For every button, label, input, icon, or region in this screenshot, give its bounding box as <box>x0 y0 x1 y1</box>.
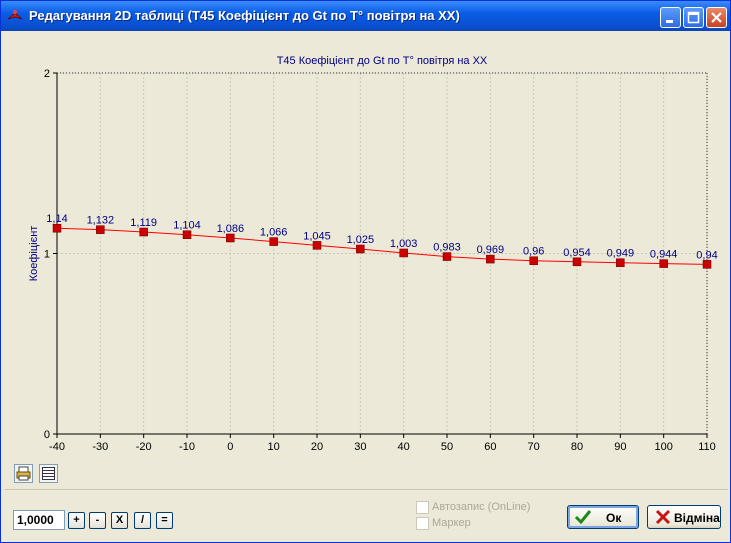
window-title: Редагування 2D таблиці (T45 Коефіцієнт д… <box>29 8 460 23</box>
data-label: 1,104 <box>173 220 201 232</box>
minimize-button[interactable] <box>660 7 681 28</box>
data-point[interactable] <box>702 260 712 269</box>
x-tick-label: -40 <box>49 441 65 453</box>
x-tick-label: 80 <box>571 441 583 453</box>
close-icon <box>711 12 722 23</box>
data-label: 1,066 <box>260 227 288 239</box>
printer-icon <box>16 466 31 481</box>
data-point[interactable] <box>442 252 452 261</box>
multiply-button[interactable]: X <box>111 512 128 529</box>
x-tick-label: 50 <box>441 441 453 453</box>
assign-button[interactable]: = <box>156 512 173 529</box>
data-label: 1,119 <box>130 217 157 229</box>
close-button[interactable] <box>706 7 727 28</box>
data-label: 1,045 <box>303 230 331 242</box>
data-label: 1,132 <box>87 215 115 227</box>
data-label: 1,003 <box>390 238 418 250</box>
x-tick-label: -10 <box>179 441 195 453</box>
x-tick-label: 20 <box>311 441 323 453</box>
chart[interactable]: -40 -30 -20 -10 0 10 20 30 40 50 60 70 80 90 100 110 0 1 2… <box>5 33 728 469</box>
data-point[interactable] <box>399 248 408 258</box>
data-point[interactable] <box>269 237 278 246</box>
x-tick-label: 30 <box>354 441 366 453</box>
bottom-bar: + - X / = Автозапис (OnLine) Маркер Ок В… <box>5 489 728 542</box>
data-label: 0,944 <box>650 249 678 261</box>
data-label: 0,969 <box>477 244 505 256</box>
maximize-button[interactable] <box>683 7 704 28</box>
data-point[interactable] <box>486 254 495 264</box>
x-tick-label: 110 <box>698 441 716 453</box>
cancel-label: Відміна <box>674 511 720 525</box>
app-icon <box>7 10 23 20</box>
y-axis-label: Коефіцієнт <box>28 226 40 282</box>
data-point[interactable] <box>529 256 538 265</box>
data-point[interactable] <box>616 258 625 267</box>
data-point[interactable] <box>52 223 62 233</box>
x-tick-label: -20 <box>136 441 152 453</box>
data-label: 1,025 <box>347 234 375 246</box>
cancel-button[interactable]: Відміна <box>647 505 721 529</box>
data-point[interactable] <box>312 241 322 250</box>
marker-label: Маркер <box>432 517 471 529</box>
x-tick-label: 40 <box>398 441 410 453</box>
x-tick-label: 0 <box>227 441 233 453</box>
x-tick-label: 100 <box>654 441 672 453</box>
data-label: 0,983 <box>433 242 461 254</box>
subtract-button[interactable]: - <box>89 512 106 529</box>
cancel-x-icon <box>655 509 671 525</box>
ok-button[interactable]: Ок <box>567 505 639 529</box>
minimize-icon <box>666 20 673 23</box>
table-icon <box>42 467 55 480</box>
step-value-input[interactable] <box>13 510 65 530</box>
table-view-button[interactable] <box>39 464 58 483</box>
data-label: 0,94 <box>696 249 717 261</box>
y-tick-label: 0 <box>44 429 50 441</box>
add-button[interactable]: + <box>68 512 85 529</box>
data-label: 0,96 <box>523 246 544 258</box>
autosave-label: Автозапис (OnLine) <box>432 501 531 513</box>
x-tick-label: 10 <box>268 441 280 453</box>
ok-label: Ок <box>606 511 622 525</box>
autosave-checkbox-box[interactable] <box>416 501 429 514</box>
data-point[interactable] <box>96 225 105 234</box>
y-tick-label: 2 <box>44 68 50 80</box>
x-tick-label: 60 <box>484 441 496 453</box>
x-tick-label: 70 <box>528 441 540 453</box>
data-point[interactable] <box>356 244 365 254</box>
chart-area: -40 -30 -20 -10 0 10 20 30 40 50 60 70 80 90 100 110 0 1 2… <box>5 33 728 469</box>
x-tick-label: 90 <box>614 441 626 453</box>
data-point[interactable] <box>659 259 668 268</box>
data-point[interactable] <box>139 227 148 237</box>
data-label: 0,949 <box>607 248 635 260</box>
y-tick-label: 1 <box>44 249 50 261</box>
data-label: 0,954 <box>563 247 591 259</box>
divide-button[interactable]: / <box>134 512 151 529</box>
title-bar[interactable]: Редагування 2D таблиці (T45 Коефіцієнт д… <box>1 1 730 31</box>
data-label: 1,14 <box>46 213 67 225</box>
chart-title: T45 Коефіцієнт до Gt по T° повітря на XX <box>277 55 488 67</box>
print-chart-button[interactable] <box>14 464 33 483</box>
data-point[interactable] <box>182 230 192 239</box>
x-tick-label: -30 <box>92 441 108 453</box>
marker-checkbox-box[interactable] <box>416 517 429 530</box>
checkmark-icon <box>574 510 592 525</box>
data-label: 1,086 <box>217 223 245 235</box>
data-point[interactable] <box>572 257 582 267</box>
maximize-icon <box>687 11 700 24</box>
data-point[interactable] <box>226 233 235 243</box>
edit-table-window: Редагування 2D таблиці (T45 Коефіцієнт д… <box>0 0 731 543</box>
